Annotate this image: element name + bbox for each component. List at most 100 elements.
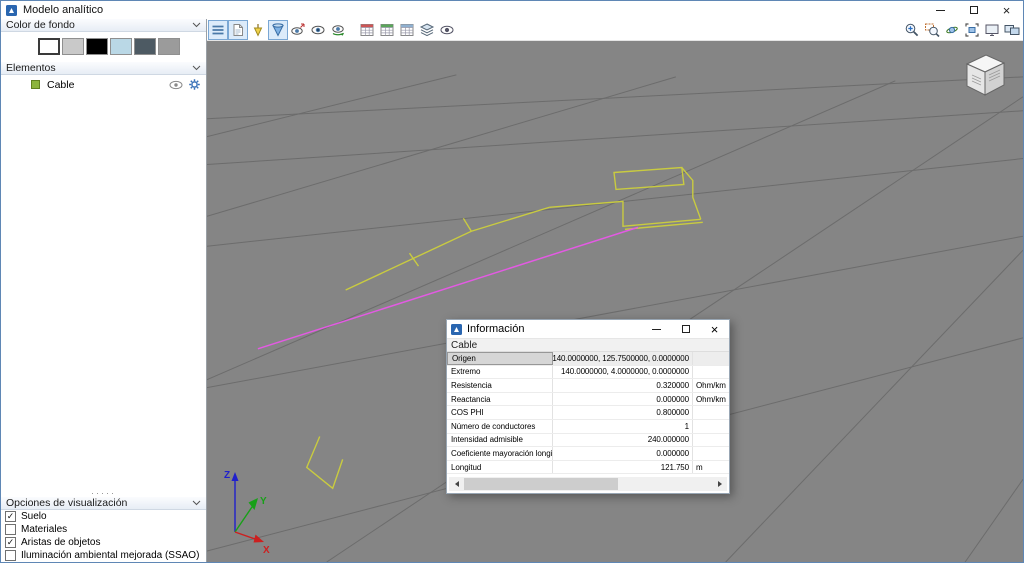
toolbar xyxy=(207,19,1023,41)
element-color-chip xyxy=(31,80,40,89)
table-red-icon[interactable] xyxy=(357,20,377,40)
dialog-maximize-button[interactable] xyxy=(671,320,700,338)
property-value: 0.800000 xyxy=(553,406,693,419)
property-row[interactable]: Origen140.0000000, 125.7500000, 0.000000… xyxy=(447,352,729,366)
property-unit xyxy=(693,420,729,433)
property-row[interactable]: Longitud121.750m xyxy=(447,461,729,475)
dialog-hscrollbar[interactable] xyxy=(449,477,727,491)
swatch-gris-azulado-oscuro[interactable] xyxy=(134,38,156,55)
zoom-in-icon[interactable] xyxy=(902,20,922,40)
dialog-close-button[interactable]: × xyxy=(700,320,729,338)
dialog-title: Información xyxy=(467,323,524,335)
section-header-elements[interactable]: Elementos xyxy=(1,62,206,75)
property-value: 140.0000000, 125.7500000, 0.0000000 xyxy=(553,352,693,365)
property-unit: Ohm/km xyxy=(693,393,729,406)
scroll-right-button[interactable] xyxy=(712,477,727,491)
zoom-extents-icon[interactable] xyxy=(962,20,982,40)
element-row-cable[interactable]: Cable xyxy=(1,77,206,92)
option-row[interactable]: Iluminación ambiental mejorada (SSAO) xyxy=(1,549,206,562)
property-label: Reactancia xyxy=(447,393,553,406)
section-title: Elementos xyxy=(6,62,56,74)
swatch-negro[interactable] xyxy=(86,38,108,55)
toolbar-right-group xyxy=(902,20,1022,40)
edges-view-icon[interactable] xyxy=(208,20,228,40)
axis-z-label: Z xyxy=(224,470,230,481)
minimize-icon xyxy=(652,329,661,330)
property-unit: m xyxy=(693,461,729,474)
zoom-window-icon[interactable] xyxy=(922,20,942,40)
property-unit: Ohm/km xyxy=(693,379,729,392)
view-cube[interactable] xyxy=(953,51,1009,101)
view-eye-icon[interactable] xyxy=(308,20,328,40)
scroll-thumb[interactable] xyxy=(464,478,618,490)
app-icon xyxy=(6,5,17,16)
screen-icon[interactable] xyxy=(982,20,1002,40)
view-orbit-eye-icon[interactable] xyxy=(328,20,348,40)
options-block: ····· Opciones de visualización ✓ Suelo Ma… xyxy=(1,488,206,562)
close-icon: × xyxy=(1003,4,1011,17)
chevron-down-icon xyxy=(192,65,201,71)
option-label: Materiales xyxy=(21,524,67,535)
element-label: Cable xyxy=(47,79,74,91)
dialog-minimize-button[interactable] xyxy=(642,320,671,338)
maximize-button[interactable] xyxy=(957,1,990,19)
section-header-background-color[interactable]: Color de fondo xyxy=(1,19,206,32)
dialog-title-bar[interactable]: Información × xyxy=(447,320,729,338)
swatch-gris[interactable] xyxy=(158,38,180,55)
cone-view-icon[interactable] xyxy=(268,20,288,40)
plane-document-icon[interactable] xyxy=(228,20,248,40)
property-label: COS PHI xyxy=(447,406,553,419)
property-row[interactable]: Extremo140.0000000, 4.0000000, 0.0000000 xyxy=(447,366,729,380)
axis-y-label: Y xyxy=(260,496,267,507)
orbit-icon[interactable] xyxy=(942,20,962,40)
option-row[interactable]: Materiales xyxy=(1,523,206,536)
option-checkbox[interactable] xyxy=(5,524,16,535)
property-label: Resistencia xyxy=(447,379,553,392)
layers-icon[interactable] xyxy=(417,20,437,40)
swatch-azul-claro[interactable] xyxy=(110,38,132,55)
option-label: Aristas de objetos xyxy=(21,537,101,548)
close-button[interactable]: × xyxy=(990,1,1023,19)
option-row[interactable]: ✓ Suelo xyxy=(1,510,206,523)
triangle-right-icon xyxy=(718,481,722,487)
property-label: Longitud xyxy=(447,461,553,474)
axis-triad: Z Y X xyxy=(213,462,273,554)
property-value: 0.000000 xyxy=(553,447,693,460)
scroll-track[interactable] xyxy=(464,477,712,491)
maximize-icon xyxy=(970,6,978,14)
visibility-eye-icon[interactable] xyxy=(169,80,183,90)
minimize-button[interactable] xyxy=(924,1,957,19)
swatch-row xyxy=(1,32,206,62)
property-row[interactable]: Intensidad admisible240.000000 xyxy=(447,434,729,448)
title-bar: Modelo analítico × xyxy=(1,1,1023,19)
plumb-reference-icon[interactable] xyxy=(248,20,268,40)
property-row[interactable]: Reactancia0.000000Ohm/km xyxy=(447,393,729,407)
view-front-eye-icon[interactable] xyxy=(288,20,308,40)
property-table: Origen140.0000000, 125.7500000, 0.000000… xyxy=(447,352,729,474)
property-value: 1 xyxy=(553,420,693,433)
dialog-section-label: Cable xyxy=(451,340,477,351)
visibility-icon[interactable] xyxy=(437,20,457,40)
table-green-icon[interactable] xyxy=(377,20,397,40)
option-checkbox[interactable]: ✓ xyxy=(5,537,16,548)
property-unit xyxy=(693,406,729,419)
property-value: 121.750 xyxy=(553,461,693,474)
option-label: Suelo xyxy=(21,511,47,522)
property-row[interactable]: COS PHI0.800000 xyxy=(447,406,729,420)
option-row[interactable]: ✓ Aristas de objetos xyxy=(1,536,206,549)
dual-screen-icon[interactable] xyxy=(1002,20,1022,40)
section-header-display-options[interactable]: Opciones de visualización xyxy=(1,497,206,510)
swatch-blanco[interactable] xyxy=(38,38,60,55)
settings-gear-icon[interactable] xyxy=(188,78,201,91)
swatch-gris-claro[interactable] xyxy=(62,38,84,55)
option-checkbox[interactable] xyxy=(5,550,16,561)
property-label: Origen xyxy=(447,352,553,365)
option-checkbox[interactable]: ✓ xyxy=(5,511,16,522)
property-row[interactable]: Resistencia0.320000Ohm/km xyxy=(447,379,729,393)
property-row[interactable]: Número de conductores1 xyxy=(447,420,729,434)
scroll-left-button[interactable] xyxy=(449,477,464,491)
property-label: Número de conductores xyxy=(447,420,553,433)
table-plain-icon[interactable] xyxy=(397,20,417,40)
property-row[interactable]: Coeficiente mayoración longitud0.000000 xyxy=(447,447,729,461)
panel-resize-handle[interactable]: ····· xyxy=(1,488,206,497)
